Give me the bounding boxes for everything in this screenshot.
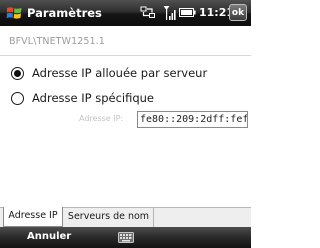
keyboard-icon[interactable]	[118, 232, 134, 243]
radio-button[interactable]	[11, 92, 24, 105]
ok-button[interactable]: ok	[229, 4, 247, 21]
cancel-softkey[interactable]: Annuler	[27, 231, 71, 242]
radio-selected-dot	[14, 70, 21, 77]
ip-address-label: Adresse IP:	[79, 114, 124, 123]
app-title: Paramètres	[27, 6, 102, 20]
radio-button[interactable]	[11, 67, 24, 80]
header-divider	[0, 55, 251, 56]
connectivity-icon[interactable]	[140, 6, 156, 20]
radio-label: Adresse IP spécifique	[32, 91, 155, 105]
tab-strip: Adresse IP Serveurs de nom	[0, 207, 251, 227]
adapter-name: BFVL\TNETW1251.1	[9, 36, 105, 47]
softkey-bar: Annuler	[0, 227, 251, 248]
signal-strength-icon	[163, 6, 176, 20]
ip-address-field[interactable]: fe80::209:2dff:fef1:	[137, 111, 248, 128]
tab-name-servers[interactable]: Serveurs de nom	[64, 208, 154, 227]
windows-start-icon[interactable]	[6, 5, 23, 21]
radio-label: Adresse IP allouée par serveur	[32, 66, 208, 80]
tab-ip-address[interactable]: Adresse IP	[3, 207, 63, 227]
title-bar: Paramètres 11:21 ok	[0, 0, 251, 26]
battery-icon	[179, 8, 196, 17]
settings-screen: Paramètres 11:21 ok BFVL\TNETW1251.1 Adr…	[0, 0, 251, 248]
